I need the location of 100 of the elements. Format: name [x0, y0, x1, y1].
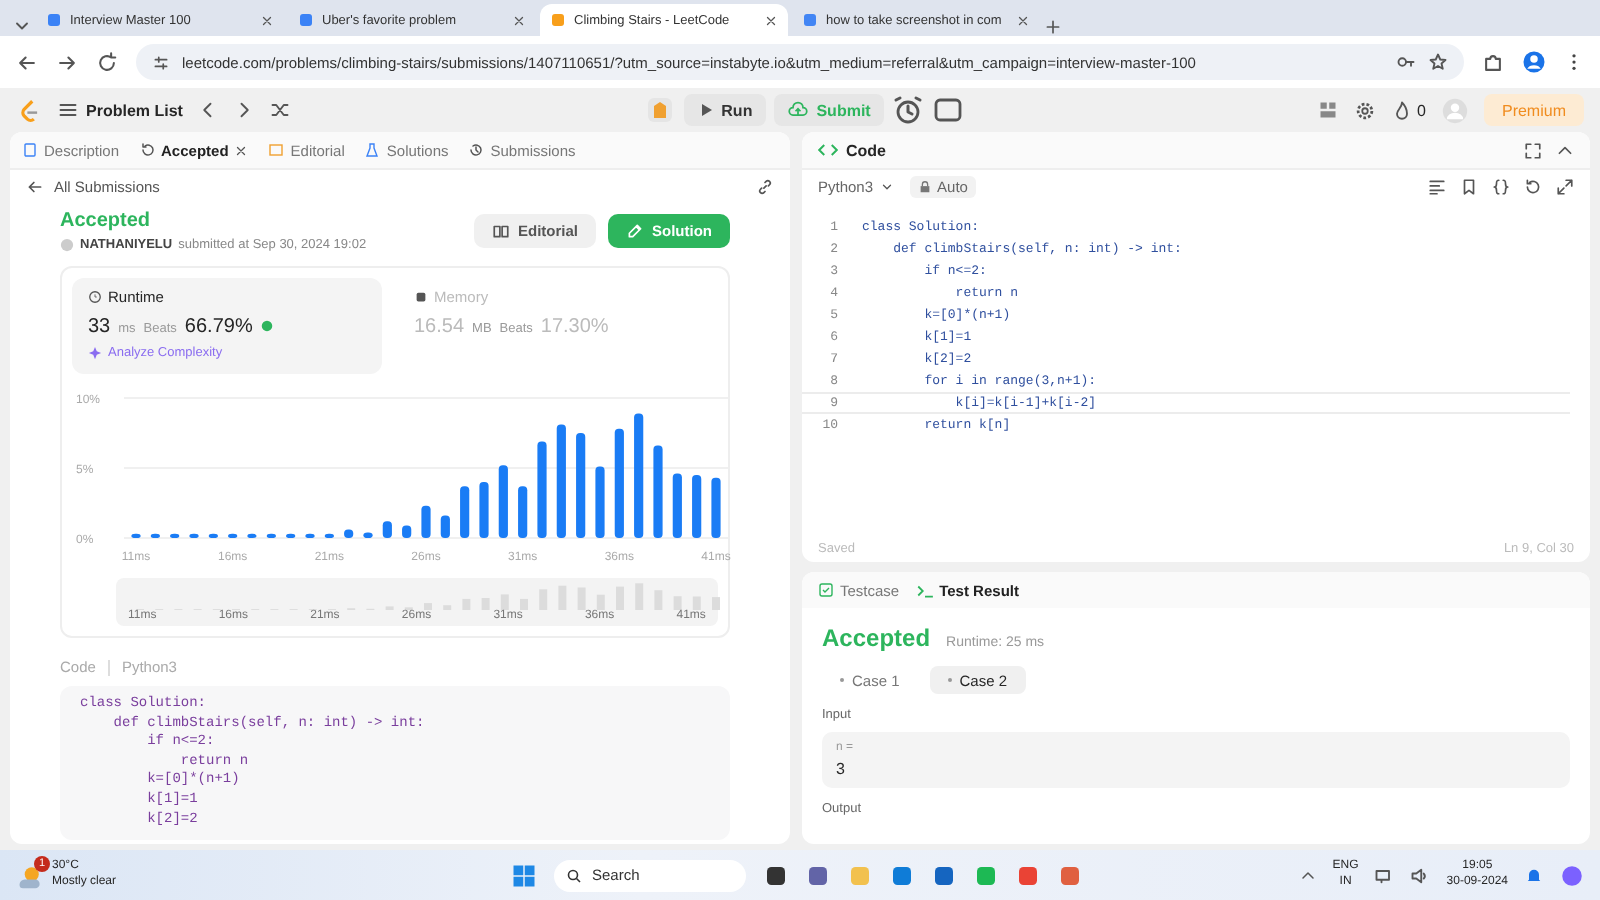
- close-icon[interactable]: [234, 143, 249, 157]
- panel-title: Code: [846, 141, 886, 159]
- beats-percent: 17.30%: [540, 316, 609, 338]
- histogram-bar[interactable]: [305, 533, 315, 538]
- fullscreen-icon[interactable]: [1524, 141, 1542, 159]
- chevron-up-icon[interactable]: [1556, 141, 1574, 159]
- histogram-bar[interactable]: [672, 473, 682, 538]
- histogram-bar[interactable]: [150, 533, 160, 538]
- histogram-bar[interactable]: [440, 515, 450, 538]
- taskbar-app-icon[interactable]: [764, 863, 788, 887]
- histogram-bar[interactable]: [595, 466, 605, 538]
- braces-icon[interactable]: [1492, 177, 1510, 195]
- layout-icon[interactable]: [1317, 100, 1338, 120]
- reload-icon[interactable]: [96, 51, 118, 73]
- sparkle-icon: [88, 346, 102, 360]
- weather-icon: [16, 861, 44, 889]
- site-icon: [46, 12, 62, 28]
- histogram-bar[interactable]: [208, 533, 218, 538]
- tab-icon: [22, 142, 38, 158]
- expand-icon[interactable]: [1556, 177, 1574, 195]
- histogram-bar[interactable]: [324, 533, 334, 538]
- tab-icon: [139, 142, 156, 158]
- taskbar-app-icon[interactable]: [932, 863, 956, 887]
- site-settings-icon[interactable]: [152, 53, 170, 71]
- histogram-bar[interactable]: [402, 525, 412, 538]
- bookmark-icon[interactable]: [1460, 177, 1478, 195]
- volume-icon[interactable]: [1410, 865, 1431, 885]
- histogram-bar[interactable]: [576, 433, 586, 538]
- close-icon[interactable]: [512, 13, 526, 27]
- histogram-bar[interactable]: [634, 413, 644, 538]
- histogram-bar[interactable]: [382, 521, 392, 538]
- close-icon[interactable]: [1016, 13, 1030, 27]
- metric-value: 33: [88, 316, 111, 338]
- histogram-bar[interactable]: [479, 482, 489, 538]
- edit-icon: [626, 222, 644, 240]
- chevron-up-icon[interactable]: [1300, 867, 1317, 883]
- histogram-bar[interactable]: [266, 533, 276, 538]
- problem-list-link[interactable]: Problem List: [86, 101, 183, 119]
- histogram-bar[interactable]: [460, 486, 470, 538]
- histogram-bar[interactable]: [518, 486, 528, 538]
- histogram-bar[interactable]: [421, 505, 431, 538]
- chevron-down-icon[interactable]: [879, 179, 894, 193]
- terminal-icon: [915, 581, 934, 599]
- histogram-bar[interactable]: [363, 532, 373, 538]
- back-arrow-icon[interactable]: [26, 177, 44, 195]
- submission-status: Accepted: [60, 210, 153, 232]
- histogram-bar[interactable]: [556, 424, 566, 538]
- logo-icon[interactable]: [16, 97, 42, 123]
- histogram-bar[interactable]: [653, 445, 663, 538]
- close-icon[interactable]: [764, 13, 778, 27]
- clock-icon: [88, 290, 102, 304]
- list-icon: [58, 100, 78, 120]
- settings-icon[interactable]: [1353, 99, 1376, 121]
- beats-percent: 66.79%: [184, 316, 253, 338]
- tab-icon: [364, 142, 381, 158]
- link-icon[interactable]: [756, 177, 774, 195]
- checkbox-icon: [818, 582, 834, 598]
- param-value: 3: [836, 760, 847, 778]
- cloud-upload-icon: [788, 100, 809, 120]
- back-icon[interactable]: [16, 51, 38, 73]
- code-icon: [818, 140, 838, 160]
- shuffle-icon[interactable]: [270, 100, 291, 120]
- histogram-bar[interactable]: [614, 428, 624, 538]
- avatar-icon: [60, 238, 74, 252]
- taskbar-app-icon[interactable]: [806, 863, 830, 887]
- search-icon: [566, 867, 582, 883]
- site-icon: [802, 12, 818, 28]
- plus-icon[interactable]: [1044, 18, 1062, 36]
- alarm-clock-icon[interactable]: [892, 94, 925, 126]
- site-icon: [550, 12, 566, 28]
- start-icon[interactable]: [512, 863, 536, 887]
- histogram-bar[interactable]: [228, 533, 238, 538]
- book-icon: [491, 222, 510, 240]
- histogram-bar[interactable]: [247, 533, 257, 538]
- histogram-bar[interactable]: [131, 533, 141, 538]
- key-icon[interactable]: [1396, 52, 1416, 72]
- star-icon[interactable]: [1428, 52, 1448, 72]
- histogram-bar[interactable]: [170, 533, 180, 538]
- lock-icon: [917, 179, 932, 193]
- metric-value: 16.54: [414, 316, 465, 338]
- histogram-bar[interactable]: [692, 475, 702, 538]
- forward-icon[interactable]: [56, 51, 78, 73]
- histogram-bar[interactable]: [537, 441, 547, 538]
- streak-count: 0: [1417, 101, 1426, 119]
- histogram-bar[interactable]: [344, 529, 354, 538]
- format-icon[interactable]: [1428, 177, 1446, 195]
- run-button[interactable]: Run: [683, 94, 767, 126]
- bell-icon[interactable]: [1524, 865, 1544, 885]
- tab-icon: [268, 142, 285, 158]
- histogram-bar[interactable]: [498, 465, 508, 538]
- histogram-bar[interactable]: [286, 533, 296, 538]
- close-icon[interactable]: [260, 13, 274, 27]
- histogram-bar[interactable]: [711, 477, 721, 538]
- tab-icon: [468, 142, 485, 158]
- play-icon: [697, 102, 714, 118]
- histogram-bar[interactable]: [189, 533, 199, 538]
- reset-icon[interactable]: [1524, 177, 1542, 195]
- site-icon: [298, 12, 314, 28]
- profile-icon[interactable]: [1522, 50, 1546, 74]
- result-status: Accepted: [822, 624, 931, 652]
